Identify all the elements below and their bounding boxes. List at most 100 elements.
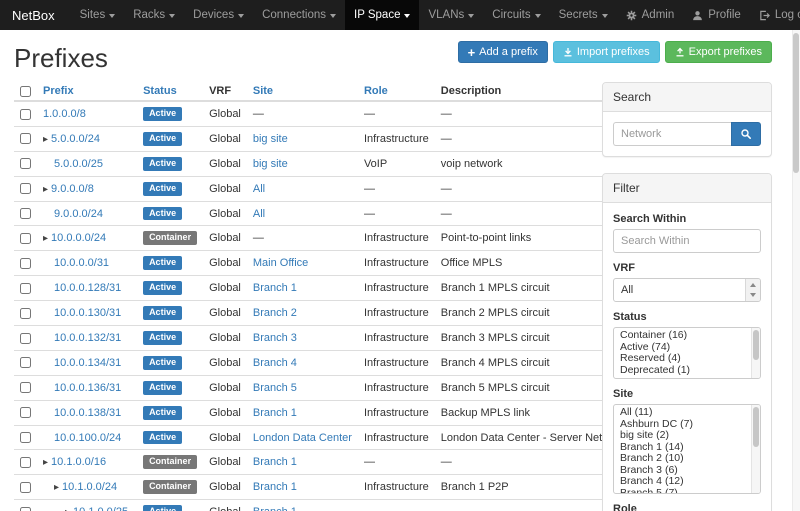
listbox-option[interactable]: big site (2): [620, 430, 746, 442]
prefix-link[interactable]: 5.0.0.0/25: [54, 158, 103, 170]
description-cell: —: [435, 126, 625, 151]
column-header-prefix[interactable]: Prefix: [43, 85, 74, 97]
prefix-link[interactable]: 10.1.0.0/16: [51, 456, 106, 468]
site-link[interactable]: big site: [253, 158, 288, 170]
listbox-option[interactable]: Reserved (4): [620, 353, 746, 365]
prefix-link[interactable]: 10.0.0.138/31: [54, 407, 121, 419]
listbox-option[interactable]: Branch 4 (12): [620, 476, 746, 488]
site-listbox[interactable]: All (11)Ashburn DC (7)big site (2)Branch…: [613, 404, 761, 494]
prefix-link[interactable]: 10.1.0.0/25: [73, 506, 128, 511]
prefix-link[interactable]: 10.0.0.132/31: [54, 332, 121, 344]
site-link[interactable]: Branch 3: [253, 332, 297, 344]
prefix-link[interactable]: 10.0.0.134/31: [54, 357, 121, 369]
row-checkbox[interactable]: [20, 407, 31, 418]
import-prefixes-button[interactable]: Import prefixes: [553, 41, 660, 63]
table-row: 1.0.0.0/8 Active Global — — —: [14, 101, 625, 126]
listbox-option[interactable]: Ashburn DC (7): [620, 419, 746, 431]
site-link[interactable]: Branch 1: [253, 481, 297, 493]
page-scrollbar-thumb[interactable]: [793, 33, 799, 173]
scrollbar-thumb[interactable]: [753, 407, 759, 447]
nav-item-devices[interactable]: Devices: [184, 0, 253, 30]
site-link[interactable]: London Data Center: [253, 432, 352, 444]
row-checkbox[interactable]: [20, 133, 31, 144]
nav-item-vlans[interactable]: VLANs: [419, 0, 483, 30]
listbox-option[interactable]: Branch 3 (6): [620, 465, 746, 477]
prefix-link[interactable]: 10.0.100.0/24: [54, 432, 121, 444]
row-checkbox[interactable]: [20, 357, 31, 368]
site-link[interactable]: Branch 2: [253, 307, 297, 319]
prefix-link[interactable]: 10.0.0.136/31: [54, 382, 121, 394]
listbox-option[interactable]: All (11): [620, 407, 746, 419]
site-link[interactable]: Branch 1: [253, 282, 297, 294]
status-cell: Active: [137, 126, 203, 151]
column-header-status[interactable]: Status: [143, 85, 177, 97]
nav-item-secrets[interactable]: Secrets: [550, 0, 617, 30]
listbox-option[interactable]: Container (16): [620, 330, 746, 342]
listbox-option[interactable]: Branch 5 (7): [620, 488, 746, 495]
search-within-label: Search Within: [613, 213, 761, 225]
vrf-select[interactable]: All: [613, 278, 761, 302]
search-within-input[interactable]: [613, 229, 761, 253]
row-checkbox[interactable]: [20, 258, 31, 269]
add-prefix-button[interactable]: + Add a prefix: [458, 41, 548, 63]
export-prefixes-button[interactable]: Export prefixes: [665, 41, 772, 63]
site-link[interactable]: Branch 1: [253, 506, 297, 511]
description-cell: Branch 5 MPLS circuit: [435, 375, 625, 400]
prefix-link[interactable]: 1.0.0.0/8: [43, 108, 86, 120]
search-button[interactable]: [731, 122, 761, 146]
nav-item-connections[interactable]: Connections: [253, 0, 345, 30]
site-link[interactable]: Branch 1: [253, 456, 297, 468]
vrf-cell: Global: [203, 151, 247, 176]
nav-item-circuits[interactable]: Circuits: [483, 0, 549, 30]
nav-item-logout[interactable]: Log out: [750, 0, 800, 30]
prefix-link[interactable]: 9.0.0.0/8: [51, 183, 94, 195]
nav-item-ip-space[interactable]: IP Space: [345, 0, 419, 30]
nav-item-racks[interactable]: Racks: [124, 0, 184, 30]
site-link[interactable]: Branch 1: [253, 407, 297, 419]
listbox-option[interactable]: Deprecated (1): [620, 365, 746, 377]
nav-item-admin[interactable]: Admin: [617, 0, 684, 30]
row-checkbox[interactable]: [20, 382, 31, 393]
role-cell: Infrastructure: [358, 226, 435, 251]
site-link[interactable]: big site: [253, 133, 288, 145]
column-header-role[interactable]: Role: [364, 85, 388, 97]
site-link[interactable]: Branch 4: [253, 357, 297, 369]
row-checkbox[interactable]: [20, 308, 31, 319]
row-checkbox[interactable]: [20, 283, 31, 294]
nav-item-sites[interactable]: Sites: [71, 0, 125, 30]
site-link[interactable]: Branch 5: [253, 382, 297, 394]
prefix-link[interactable]: 10.0.0.0/24: [51, 232, 106, 244]
nav-item-profile[interactable]: Profile: [683, 0, 750, 30]
row-checkbox[interactable]: [20, 457, 31, 468]
role-cell: —: [358, 201, 435, 226]
prefix-link[interactable]: 5.0.0.0/24: [51, 133, 100, 145]
row-checkbox[interactable]: [20, 208, 31, 219]
prefix-link[interactable]: 9.0.0.0/24: [54, 208, 103, 220]
prefix-link[interactable]: 10.0.0.130/31: [54, 307, 121, 319]
site-link[interactable]: All: [253, 183, 265, 195]
column-header-site[interactable]: Site: [253, 85, 273, 97]
search-input[interactable]: [613, 122, 731, 146]
row-checkbox[interactable]: [20, 482, 31, 493]
site-link[interactable]: Main Office: [253, 257, 308, 269]
row-checkbox[interactable]: [20, 158, 31, 169]
row-checkbox[interactable]: [20, 333, 31, 344]
row-checkbox[interactable]: [20, 507, 31, 511]
status-listbox[interactable]: Container (16)Active (74)Reserved (4)Dep…: [613, 327, 761, 379]
select-all-checkbox[interactable]: [20, 86, 31, 97]
scrollbar-thumb[interactable]: [753, 330, 759, 360]
listbox-option[interactable]: Branch 2 (10): [620, 453, 746, 465]
page-scrollbar[interactable]: [792, 30, 800, 511]
row-checkbox[interactable]: [20, 109, 31, 120]
prefix-link[interactable]: 10.0.0.128/31: [54, 282, 121, 294]
brand-logo[interactable]: NetBox: [12, 0, 71, 30]
status-cell: Active: [137, 301, 203, 326]
listbox-option[interactable]: Active (74): [620, 342, 746, 354]
row-checkbox[interactable]: [20, 183, 31, 194]
prefix-link[interactable]: 10.1.0.0/24: [62, 481, 117, 493]
row-checkbox[interactable]: [20, 432, 31, 443]
site-link[interactable]: All: [253, 208, 265, 220]
prefix-link[interactable]: 10.0.0.0/31: [54, 257, 109, 269]
listbox-option[interactable]: Branch 1 (14): [620, 442, 746, 454]
row-checkbox[interactable]: [20, 233, 31, 244]
